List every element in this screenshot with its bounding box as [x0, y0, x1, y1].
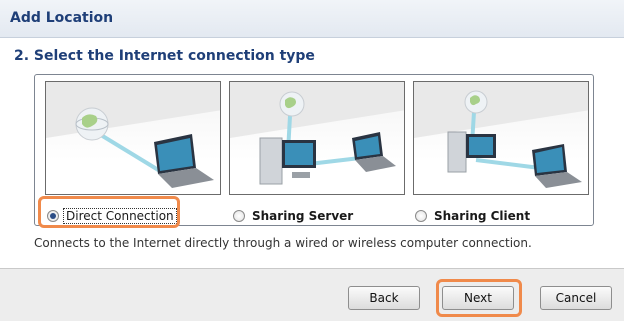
- laptop-icon: [532, 144, 582, 188]
- next-button[interactable]: Next: [442, 286, 514, 310]
- laptop-icon: [352, 132, 396, 172]
- globe-icon: [464, 90, 488, 114]
- radio-unchecked-icon[interactable]: [233, 210, 245, 222]
- laptop-icon: [154, 134, 214, 188]
- desktop-computer-icon: [447, 131, 496, 173]
- sharing-server-radio[interactable]: Sharing Server: [233, 207, 355, 225]
- desktop-computer-icon: [259, 137, 316, 185]
- sharing-client-label: Sharing Client: [434, 209, 531, 223]
- step-heading: 2. Select the Internet connection type: [14, 48, 315, 64]
- radio-unchecked-icon[interactable]: [415, 210, 427, 222]
- title-bar: Add Location: [0, 0, 624, 38]
- option-description: Connects to the Internet directly throug…: [34, 236, 532, 250]
- radio-checked-icon[interactable]: [47, 210, 59, 222]
- direct-connection-illustration[interactable]: [45, 81, 221, 195]
- cancel-button[interactable]: Cancel: [540, 286, 612, 310]
- window-title: Add Location: [10, 10, 114, 26]
- button-bar: [0, 268, 624, 321]
- sharing-client-radio[interactable]: Sharing Client: [415, 207, 532, 225]
- direct-connection-radio[interactable]: Direct Connection: [47, 207, 177, 225]
- sharing-server-illustration[interactable]: [229, 81, 405, 195]
- globe-icon: [75, 107, 109, 141]
- direct-connection-label: Direct Connection: [63, 208, 177, 224]
- back-button[interactable]: Back: [348, 286, 420, 310]
- sharing-client-illustration[interactable]: [413, 81, 589, 195]
- globe-icon: [279, 91, 305, 117]
- sharing-server-label: Sharing Server: [252, 209, 354, 223]
- connection-type-group: Direct Connection Sharing Server Sharing…: [34, 74, 594, 226]
